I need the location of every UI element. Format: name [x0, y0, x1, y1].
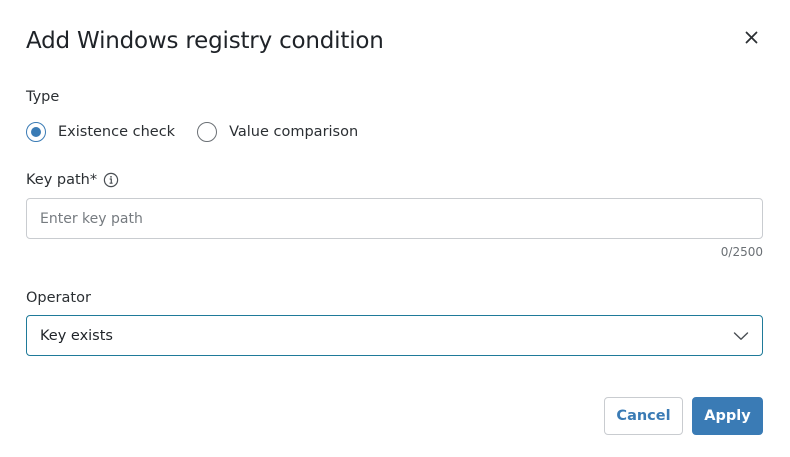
apply-button[interactable]: Apply — [692, 397, 763, 435]
key-path-char-counter: 0/2500 — [720, 245, 763, 259]
key-path-label-row: Key path* — [26, 172, 119, 188]
radio-circle — [26, 122, 46, 142]
radio-value-comparison[interactable]: Value comparison — [197, 122, 358, 142]
dialog-title: Add Windows registry condition — [26, 28, 384, 54]
type-radio-group: Existence check Value comparison — [26, 122, 358, 142]
operator-label: Operator — [26, 290, 91, 306]
radio-existence-check[interactable]: Existence check — [26, 122, 175, 142]
type-label: Type — [26, 89, 60, 105]
radio-label: Existence check — [58, 124, 176, 140]
cancel-button[interactable]: Cancel — [604, 397, 683, 435]
operator-select[interactable]: Key exists — [26, 315, 763, 356]
radio-circle — [197, 122, 218, 142]
close-button[interactable] — [741, 27, 761, 47]
radio-label: Value comparison — [229, 124, 359, 140]
info-icon[interactable] — [103, 172, 119, 188]
close-icon — [745, 31, 757, 43]
key-path-input[interactable] — [27, 199, 762, 238]
key-path-label: Key path* — [26, 172, 98, 188]
radio-selected-dot — [31, 127, 41, 137]
operator-selected-value: Key exists — [40, 327, 113, 344]
key-path-field — [26, 198, 763, 239]
chevron-down-icon — [733, 328, 749, 344]
add-registry-condition-dialog: Add Windows registry condition Type Exis… — [0, 0, 790, 457]
